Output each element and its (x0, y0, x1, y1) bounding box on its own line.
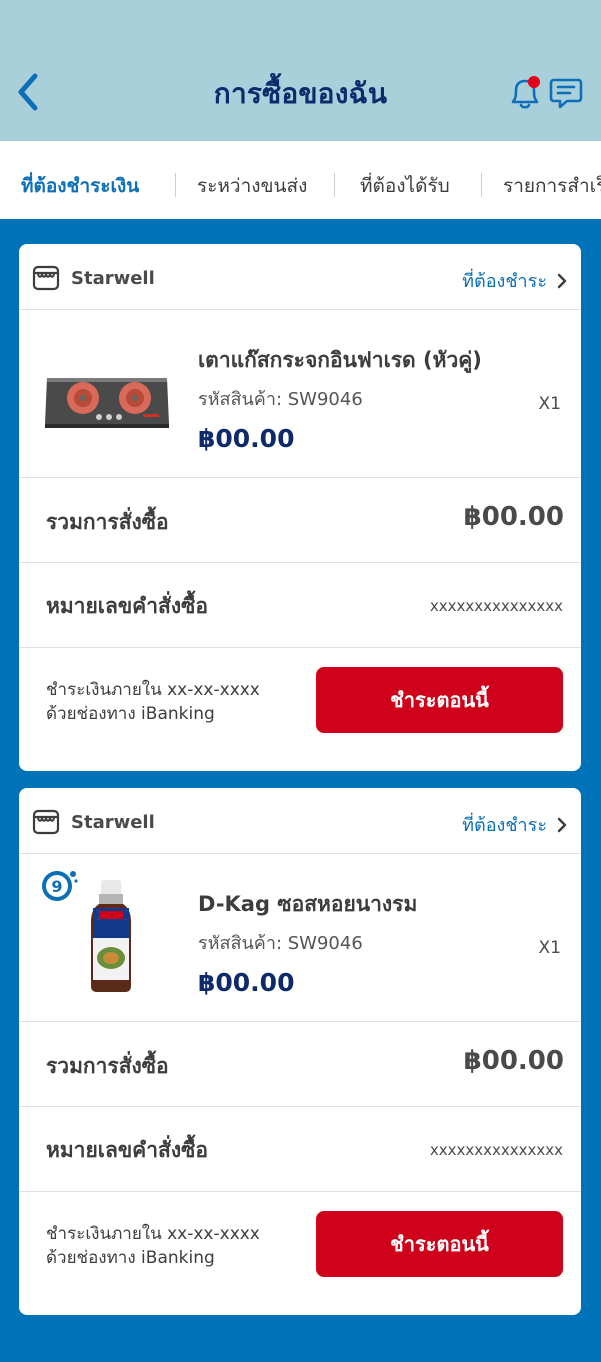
order-total-value: ฿00.00 (463, 1046, 564, 1076)
product-quantity: X1 (538, 394, 561, 414)
tab-completed[interactable]: รายการสำเร็จ (503, 171, 601, 201)
order-status-link[interactable]: ที่ต้องชำระ (462, 810, 567, 839)
product-item[interactable]: เตาแก๊สกระจกอินฟาเรด (หัวคู่) รหัสสินค้า… (19, 310, 581, 478)
order-number-label: หมายเลขคำสั่งซื้อ (46, 594, 208, 618)
product-price: ฿00.00 (198, 424, 295, 453)
payment-method: ด้วยช่องทาง iBanking (46, 704, 215, 724)
notification-dot (528, 76, 540, 88)
promo-badge-icon: 9 (42, 871, 78, 901)
top-app-bar: การซื้อของฉัน (0, 0, 601, 141)
chevron-right-icon (557, 817, 567, 832)
shop-name: Starwell (71, 812, 155, 833)
order-total-label: รวมการสั่งซื้อ (46, 1054, 169, 1078)
pay-now-button[interactable]: ชำระตอนนี้ (316, 667, 563, 733)
oyster-sauce-bottle-image (91, 880, 131, 992)
chat-button[interactable] (548, 74, 584, 112)
order-number-label: หมายเลขคำสั่งซื้อ (46, 1138, 208, 1162)
tab-to-receive[interactable]: ที่ต้องได้รับ (360, 171, 450, 201)
product-item[interactable]: 9 D-Kag ซอสหอยนางรม รหัสสินค้า: SW9046 ฿… (19, 854, 581, 1022)
payment-deadline: ชำระเงินภายใน xx-xx-xxxx (46, 1224, 260, 1244)
payment-info: ชำระเงินภายใน xx-xx-xxxx ด้วยช่องทาง iBa… (46, 678, 260, 726)
store-icon (32, 809, 60, 835)
payment-info: ชำระเงินภายใน xx-xx-xxxx ด้วยช่องทาง iBa… (46, 1222, 260, 1270)
order-status-label: ที่ต้องชำระ (462, 815, 547, 836)
tab-divider (334, 173, 335, 197)
order-number-row: หมายเลขคำสั่งซื้อ xxxxxxxxxxxxxxx (19, 563, 581, 648)
shop-name: Starwell (71, 268, 155, 289)
order-total-value: ฿00.00 (463, 502, 564, 532)
order-total-row: รวมการสั่งซื้อ ฿00.00 (19, 1022, 581, 1107)
store-icon (32, 265, 60, 291)
order-status-link[interactable]: ที่ต้องชำระ (462, 266, 567, 295)
tab-to-pay[interactable]: ที่ต้องชำระเงิน (21, 171, 139, 201)
order-total-label: รวมการสั่งซื้อ (46, 510, 169, 534)
payment-deadline: ชำระเงินภายใน xx-xx-xxxx (46, 680, 260, 700)
product-name: เตาแก๊สกระจกอินฟาเรด (หัวคู่) (198, 348, 482, 372)
tab-in-transit[interactable]: ระหว่างขนส่ง (197, 171, 307, 201)
product-quantity: X1 (538, 938, 561, 958)
chat-icon (549, 78, 583, 109)
order-card: Starwell ที่ต้องชำระ เตาแก๊สกระจกอินฟาเร… (19, 244, 581, 771)
promo-badge-number: 9 (51, 877, 62, 896)
order-number-row: หมายเลขคำสั่งซื้อ xxxxxxxxxxxxxxx (19, 1107, 581, 1192)
order-status-label: ที่ต้องชำระ (462, 271, 547, 292)
order-card: Starwell ที่ต้องชำระ 9 D-Kag ซอสหอยนางรม… (19, 788, 581, 1315)
tab-divider (175, 173, 176, 197)
tab-divider (481, 173, 482, 197)
order-number-value: xxxxxxxxxxxxxxx (429, 597, 563, 615)
card-header: Starwell ที่ต้องชำระ (19, 244, 581, 310)
payment-method: ด้วยช่องทาง iBanking (46, 1248, 215, 1268)
order-total-row: รวมการสั่งซื้อ ฿00.00 (19, 478, 581, 563)
payment-row: ชำระเงินภายใน xx-xx-xxxx ด้วยช่องทาง iBa… (19, 1192, 581, 1315)
product-sku: รหัสสินค้า: SW9046 (198, 933, 363, 954)
product-name: D-Kag ซอสหอยนางรม (198, 892, 418, 916)
payment-row: ชำระเงินภายใน xx-xx-xxxx ด้วยช่องทาง iBa… (19, 648, 581, 771)
chevron-right-icon (557, 273, 567, 288)
product-price: ฿00.00 (198, 968, 295, 997)
notification-button[interactable] (507, 74, 543, 112)
pay-now-button[interactable]: ชำระตอนนี้ (316, 1211, 563, 1277)
bell-icon (511, 76, 540, 109)
order-number-value: xxxxxxxxxxxxxxx (429, 1141, 563, 1159)
card-header: Starwell ที่ต้องชำระ (19, 788, 581, 854)
product-sku: รหัสสินค้า: SW9046 (198, 389, 363, 410)
order-status-tabs: ที่ต้องชำระเงิน ระหว่างขนส่ง ที่ต้องได้ร… (0, 141, 601, 219)
gas-stove-image (45, 378, 169, 428)
